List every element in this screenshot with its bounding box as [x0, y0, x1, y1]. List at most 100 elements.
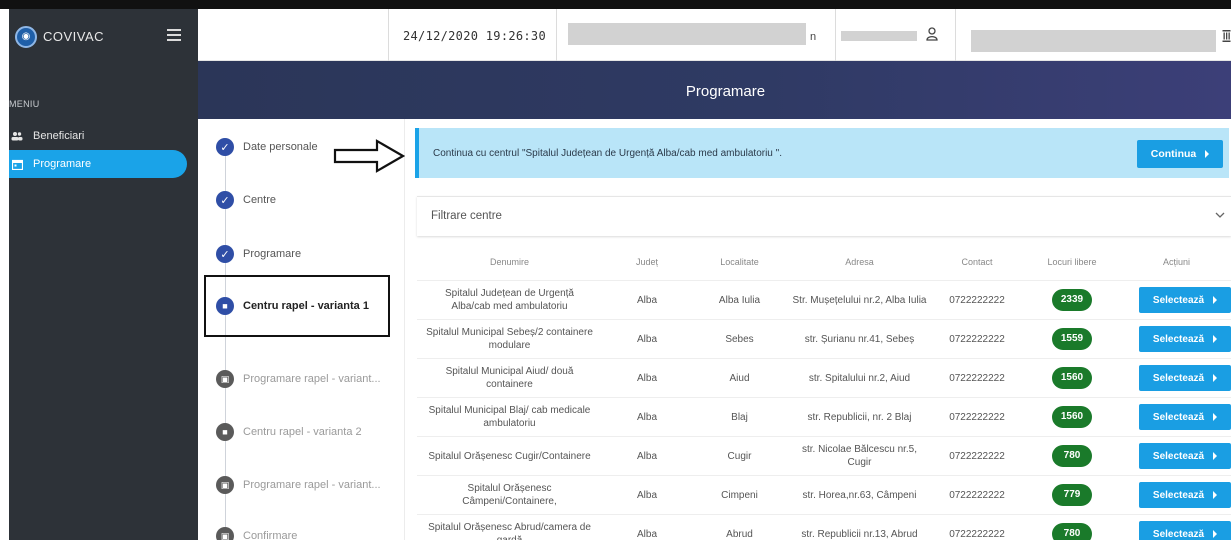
actions-cell: Selectează [1122, 482, 1231, 508]
table-row: Spitalul Orășenesc Câmpeni/Containere, A… [417, 475, 1231, 514]
free-slots-badge: 779 [1052, 484, 1092, 506]
continue-button[interactable]: Continua [1137, 140, 1223, 168]
centre-address: str. Horea,nr.63, Câmpeni [802, 489, 917, 501]
menu-label: MENIU [9, 99, 40, 109]
header-divider [556, 9, 557, 61]
chevron-down-icon[interactable] [1215, 210, 1225, 220]
select-centre-button[interactable]: Selectează [1139, 326, 1231, 352]
centre-contact: 0722222222 [949, 294, 1005, 306]
centre-county: Alba [636, 528, 657, 540]
caret-right-icon [1213, 452, 1218, 460]
free-slots-cell: 2339 [1022, 289, 1122, 311]
sidebar-item-label: Programare [33, 158, 92, 170]
table-row: Spitalul Municipal Aiud/ două containere… [417, 358, 1231, 397]
centre-name: Spitalul Orășenesc Cugir/Containere [428, 450, 591, 462]
check-icon: ✓ [216, 191, 234, 209]
column-header: Contact [961, 257, 993, 267]
free-slots-badge: 780 [1052, 445, 1092, 467]
column-header: Denumire [489, 256, 529, 267]
centre-city: Alba Iulia [718, 294, 761, 306]
table-body: Spitalul Județean de Urgență Alba/cab me… [417, 280, 1231, 540]
centre-contact: 0722222222 [949, 372, 1005, 384]
users-icon [11, 130, 23, 142]
centre-name: Spitalul Orășenesc Câmpeni/Containere, [462, 483, 557, 507]
confirm-icon: ▣ [216, 527, 234, 540]
select-centre-button[interactable]: Selectează [1139, 521, 1231, 540]
centre-contact: 0722222222 [949, 450, 1005, 462]
caret-right-icon [1205, 150, 1210, 158]
sidebar-item-label: Beneficiari [33, 130, 85, 142]
actions-cell: Selectează [1122, 443, 1231, 469]
header-divider [955, 9, 956, 61]
info-alert: Continua cu centrul "Spitalul Județean d… [415, 128, 1229, 178]
actions-cell: Selectează [1122, 287, 1231, 313]
calendar-icon: ▣ [216, 476, 234, 494]
hamburger-menu-icon[interactable] [167, 29, 181, 41]
column-header: Acțiuni [1162, 257, 1190, 267]
free-slots-cell: 1560 [1022, 367, 1122, 389]
free-slots-cell: 1559 [1022, 328, 1122, 350]
step-label: Date personale [243, 141, 318, 153]
step-programare-rapel-1[interactable]: ▣ Programare rapel - variant... [216, 369, 381, 389]
current-datetime: 24/12/2020 19:26:30 [403, 29, 546, 43]
top-border [0, 0, 1231, 9]
filter-label: Filtrare centre [431, 210, 502, 222]
select-label: Selectează [1152, 528, 1205, 540]
actions-cell: Selectează [1122, 404, 1231, 430]
top-header: 24/12/2020 19:26:30 n [198, 9, 1231, 61]
centres-table: Denumire Județ Localitate Adresa Contact… [417, 244, 1231, 540]
centre-contact: 0722222222 [949, 528, 1005, 540]
select-label: Selectează [1152, 294, 1205, 306]
sidebar-item-programare[interactable]: Programare [9, 150, 187, 178]
free-slots-cell: 780 [1022, 445, 1122, 467]
select-centre-button[interactable]: Selectează [1139, 287, 1231, 313]
select-label: Selectează [1152, 411, 1205, 423]
actions-cell: Selectează [1122, 326, 1231, 352]
step-label: Programare [243, 248, 302, 260]
centre-county: Alba [636, 333, 657, 345]
centre-address: str. Șurianu nr.41, Sebeș [804, 333, 915, 345]
header-divider [835, 9, 836, 61]
brand-name: COVIVAC [43, 29, 105, 44]
select-centre-button[interactable]: Selectează [1139, 443, 1231, 469]
sidebar-item-beneficiari[interactable]: Beneficiari [9, 122, 187, 150]
column-header: Adresa [845, 256, 874, 267]
caret-right-icon [1213, 374, 1218, 382]
select-label: Selectează [1152, 489, 1205, 501]
institution-icon[interactable] [1222, 29, 1231, 43]
centre-name: Spitalul Municipal Blaj/ cab medicale am… [428, 405, 591, 429]
calendar-icon: ▣ [216, 370, 234, 388]
centre-contact: 0722222222 [949, 489, 1005, 501]
free-slots-cell: 1560 [1022, 406, 1122, 428]
free-slots-badge: 1560 [1052, 406, 1092, 428]
step-programare-rapel-2[interactable]: ▣ Programare rapel - variant... [216, 475, 381, 495]
centre-city: Abrud [726, 528, 753, 540]
table-row: Spitalul Orășenesc Abrud/camera de gardă… [417, 514, 1231, 540]
centre-city: Cugir [727, 450, 752, 462]
step-date-personale[interactable]: ✓ Date personale [216, 137, 318, 157]
actions-cell: Selectează [1122, 521, 1231, 540]
centre-city: Blaj [731, 411, 748, 423]
step-centru-rapel-2[interactable]: ■ Centru rapel - varianta 2 [216, 422, 362, 442]
select-centre-button[interactable]: Selectează [1139, 482, 1231, 508]
header-divider [388, 9, 389, 61]
step-label: Centre [243, 194, 277, 206]
select-label: Selectează [1152, 450, 1205, 462]
continue-label: Continua [1150, 148, 1197, 160]
step-centre[interactable]: ✓ Centre [216, 190, 276, 210]
user-icon[interactable] [926, 27, 938, 41]
step-confirmare[interactable]: ▣ Confirmare [216, 526, 297, 540]
filter-centre-panel[interactable]: Filtrare centre [417, 196, 1231, 236]
select-centre-button[interactable]: Selectează [1139, 365, 1231, 391]
step-programare[interactable]: ✓ Programare [216, 244, 301, 264]
select-label: Selectează [1152, 333, 1205, 345]
step-label: Confirmare [243, 530, 298, 540]
table-row: Spitalul Municipal Sebeș/2 containere mo… [417, 319, 1231, 358]
centre-contact: 0722222222 [949, 411, 1005, 423]
actions-cell: Selectează [1122, 365, 1231, 391]
centre-county: Alba [636, 411, 657, 423]
centre-county: Alba [636, 372, 657, 384]
centre-address: str. Nicolae Bălcescu nr.5, Cugir [801, 444, 918, 468]
select-centre-button[interactable]: Selectează [1139, 404, 1231, 430]
current-step-highlight-box [204, 275, 390, 337]
